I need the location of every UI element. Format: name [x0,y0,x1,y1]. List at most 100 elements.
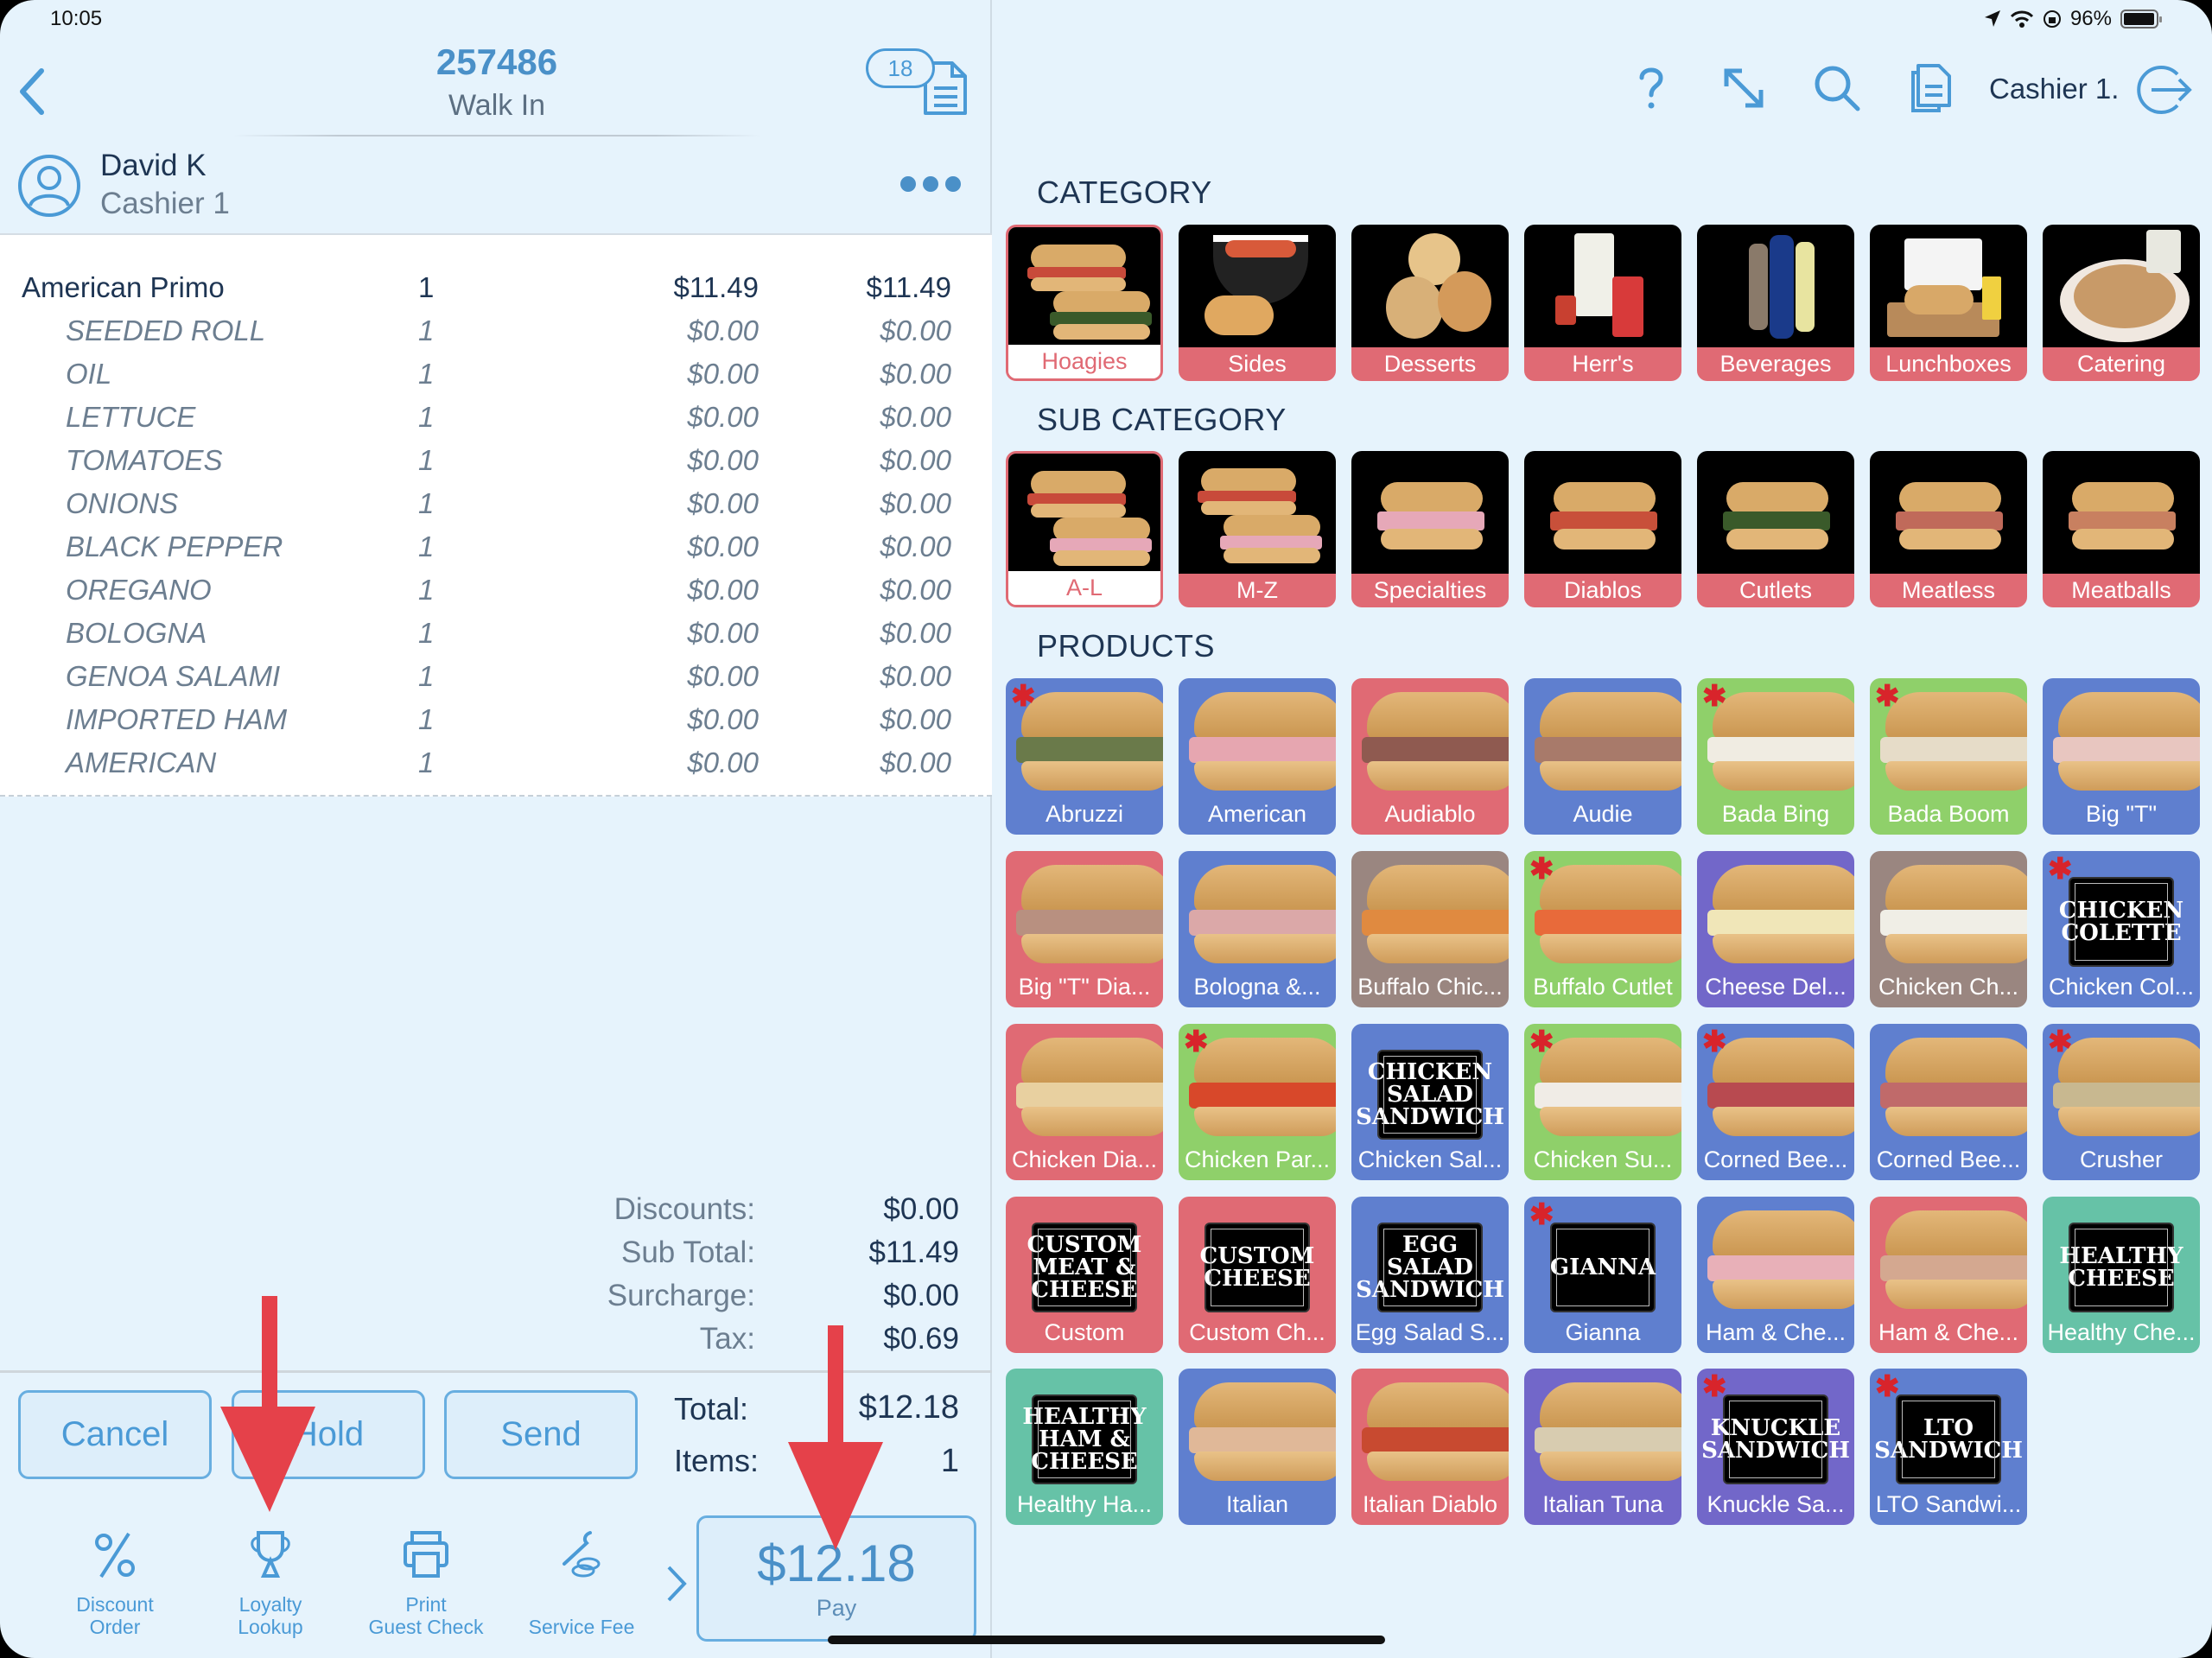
discounts-label: Discounts: [613,1192,755,1226]
print-guest-check-button[interactable]: Print Guest Check [353,1529,499,1638]
help-icon[interactable] [1624,62,1676,114]
more-tools-chevron-icon[interactable] [664,1562,690,1605]
documents-icon[interactable] [1906,62,1958,114]
product-tile[interactable]: ✱ Corned Bee... [1697,1024,1854,1180]
product-tile[interactable]: HEALTHY CHEESE Healthy Che... [2043,1197,2200,1353]
product-tile[interactable]: Bologna &... [1179,851,1336,1007]
product-tile[interactable]: Audiablo [1351,678,1509,835]
modifier-row[interactable]: OIL 1 $0.00 $0.00 [0,358,992,401]
modifier-row[interactable]: BLACK PEPPER 1 $0.00 $0.00 [0,530,992,574]
product-tile[interactable]: American [1179,678,1336,835]
modifier-row[interactable]: GENOA SALAMI 1 $0.00 $0.00 [0,660,992,703]
product-tile[interactable]: Big "T" Dia... [1006,851,1163,1007]
loyalty-lookup-button[interactable]: Loyalty Lookup [197,1529,344,1638]
order-item-row[interactable]: American Primo 1 $11.49 $11.49 [0,271,992,314]
product-tile[interactable]: Italian Tuna [1524,1369,1681,1525]
product-tile[interactable]: CUSTOM CHEESE Custom Ch... [1179,1197,1336,1353]
modifier-row[interactable]: TOMATOES 1 $0.00 $0.00 [0,444,992,487]
product-tile[interactable]: Ham & Che... [1697,1197,1854,1353]
discount-order-button[interactable]: Discount Order [41,1529,188,1638]
tile-image [1524,451,1681,574]
product-tile[interactable]: Ham & Che... [1870,1197,2027,1353]
product-tile[interactable]: ✱ GIANNA Gianna [1524,1197,1681,1353]
sub-category-tile-a-l[interactable]: A-L [1006,451,1163,607]
category-tile-herr-s[interactable]: Herr's [1524,225,1681,381]
product-label: American [1207,801,1307,827]
modifier-required-asterisk-icon: ✱ [1011,680,1036,713]
product-tile[interactable]: ✱ CHICKEN COLETTE Chicken Col... [2043,851,2200,1007]
product-tile[interactable]: EGG SALAD SANDWICH Egg Salad S... [1351,1197,1509,1353]
category-tile-beverages[interactable]: Beverages [1697,225,1854,381]
product-label: Knuckle Sa... [1707,1491,1845,1517]
item-name: BOLOGNA [66,617,207,649]
product-tile[interactable]: Chicken Dia... [1006,1024,1163,1180]
sub-category-tile-m-z[interactable]: M-Z [1179,451,1336,607]
product-tile[interactable]: HEALTHY HAM & CHEESE Healthy Ha... [1006,1369,1163,1525]
product-tile[interactable]: Big "T" [2043,678,2200,835]
cancel-button[interactable]: Cancel [18,1390,212,1479]
modifier-row[interactable]: LETTUCE 1 $0.00 $0.00 [0,401,992,444]
product-tile[interactable]: ✱ Bada Bing [1697,678,1854,835]
category-tile-desserts[interactable]: Desserts [1351,225,1509,381]
sandwich-bun [1713,1107,1854,1136]
modifier-required-asterisk-icon: ✱ [1702,1370,1727,1403]
open-tickets-count: 18 [866,48,935,88]
surcharge-label: Surcharge: [607,1279,755,1312]
back-chevron-icon[interactable] [16,66,50,118]
product-tile[interactable]: ✱ Chicken Su... [1524,1024,1681,1180]
product-tile[interactable]: ✱ LTO SANDWICH LTO Sandwi... [1870,1369,2027,1525]
product-tile[interactable]: CHICKEN SALAD SANDWICH Chicken Sal... [1351,1024,1509,1180]
item-name: OIL [66,358,112,390]
sandwich-filling [1189,910,1336,936]
product-tile[interactable]: ✱ Abruzzi [1006,678,1163,835]
item-name: OREGANO [66,574,212,606]
modifier-row[interactable]: BOLOGNA 1 $0.00 $0.00 [0,617,992,660]
product-label: LTO Sandwi... [1875,1491,2022,1517]
modifier-row[interactable]: SEEDED ROLL 1 $0.00 $0.00 [0,314,992,358]
product-tile[interactable]: ✱ Bada Boom [1870,678,2027,835]
sandwich-bun [1021,761,1163,791]
avatar-icon[interactable] [17,154,81,218]
sub-category-tile-diablos[interactable]: Diablos [1524,451,1681,607]
item-qty: 1 [418,314,435,346]
open-tickets-button[interactable]: 18 [864,45,971,119]
service-fee-button[interactable]: Service Fee [508,1529,655,1638]
category-tile-hoagies[interactable]: Hoagies [1006,225,1163,381]
sandwich-bun [1021,865,1163,913]
logout-icon[interactable] [2134,62,2193,118]
product-tile[interactable]: Buffalo Chic... [1351,851,1509,1007]
order-type[interactable]: Walk In [346,89,648,123]
more-options-button[interactable] [900,176,961,192]
modifier-row[interactable]: OREGANO 1 $0.00 $0.00 [0,574,992,617]
modifier-row[interactable]: AMERICAN 1 $0.00 $0.00 [0,746,992,790]
product-tile[interactable]: Chicken Ch... [1870,851,2027,1007]
sandwich-filling [1880,910,2027,936]
product-tile[interactable]: Audie [1524,678,1681,835]
modifier-row[interactable]: IMPORTED HAM 1 $0.00 $0.00 [0,703,992,746]
sub-category-tile-specialties[interactable]: Specialties [1351,451,1509,607]
resize-icon[interactable] [1718,62,1770,114]
customer-name[interactable]: David K [100,149,207,183]
send-button[interactable]: Send [444,1390,638,1479]
food-image-shape [2072,482,2174,515]
category-tile-sides[interactable]: Sides [1179,225,1336,381]
product-tile[interactable]: ✱ Buffalo Cutlet [1524,851,1681,1007]
product-tile[interactable]: CUSTOM MEAT & CHEESE Custom [1006,1197,1163,1353]
product-tile[interactable]: Italian [1179,1369,1336,1525]
search-icon[interactable] [1811,62,1863,114]
product-tile[interactable]: Italian Diablo [1351,1369,1509,1525]
wifi-icon [2010,10,2034,28]
product-image [1697,860,1854,970]
sub-category-tile-meatballs[interactable]: Meatballs [2043,451,2200,607]
category-tile-catering[interactable]: Catering [2043,225,2200,381]
product-tile[interactable]: Corned Bee... [1870,1024,2027,1180]
product-tile[interactable]: ✱ Chicken Par... [1179,1024,1336,1180]
sub-category-tile-cutlets[interactable]: Cutlets [1697,451,1854,607]
modifier-row[interactable]: ONIONS 1 $0.00 $0.00 [0,487,992,530]
category-tile-lunchboxes[interactable]: Lunchboxes [1870,225,2027,381]
sub-category-tile-meatless[interactable]: Meatless [1870,451,2027,607]
product-sign-graphic: CUSTOM CHEESE [1200,1223,1314,1312]
product-tile[interactable]: Cheese Del... [1697,851,1854,1007]
product-tile[interactable]: ✱ KNUCKLE SANDWICH Knuckle Sa... [1697,1369,1854,1525]
product-tile[interactable]: ✱ Crusher [2043,1024,2200,1180]
